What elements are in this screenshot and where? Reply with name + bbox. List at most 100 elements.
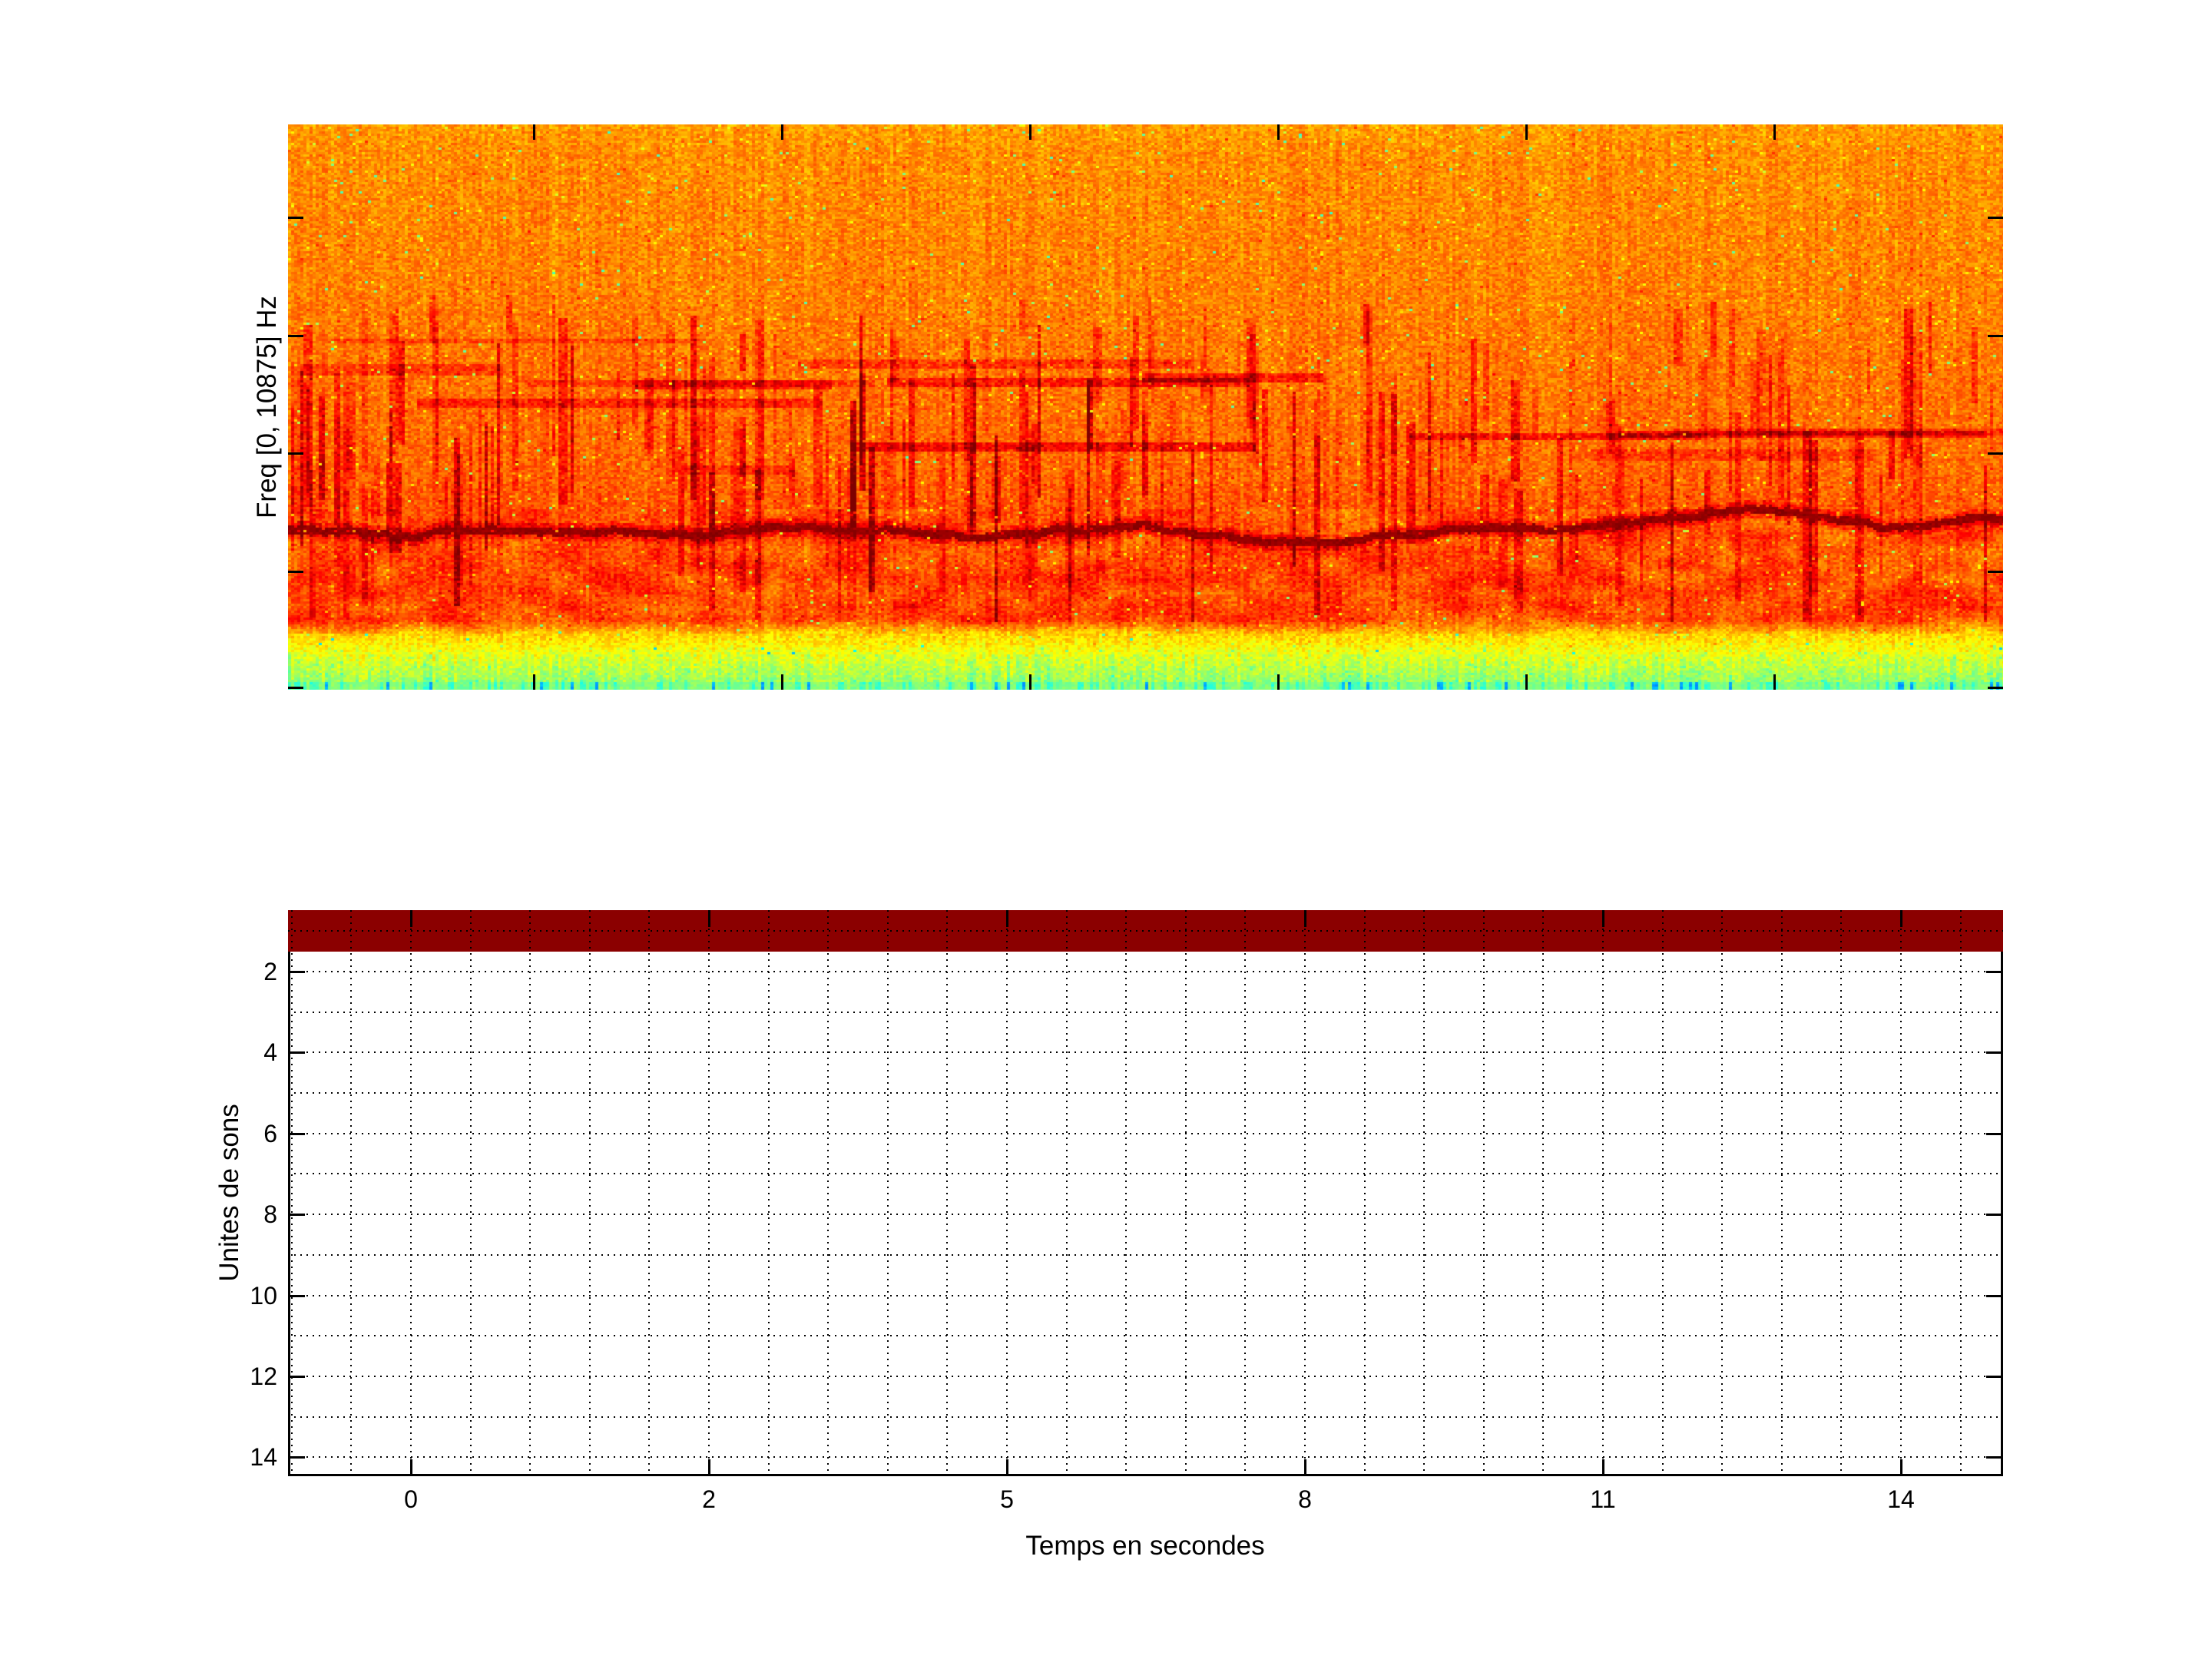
gridline-vertical <box>290 910 293 1476</box>
gridline-vertical <box>1602 910 1604 1476</box>
x-tick <box>1029 674 1031 690</box>
y-tick-label: 6 <box>263 1119 277 1147</box>
y-tick-label: 12 <box>250 1362 277 1390</box>
x-tick <box>1900 1459 1902 1476</box>
y-tick <box>288 1294 305 1297</box>
gridline-vertical <box>1721 910 1724 1476</box>
y-tick <box>288 971 305 974</box>
y-tick <box>1986 1132 2003 1135</box>
gridline-vertical <box>469 910 472 1476</box>
gridline-vertical <box>1423 910 1426 1476</box>
x-tick <box>533 124 535 140</box>
x-tick <box>1773 124 1776 140</box>
gridline-horizontal <box>288 1173 2003 1175</box>
y-tick <box>1986 1456 2003 1459</box>
gridline-vertical <box>1006 910 1008 1476</box>
gridline-vertical <box>708 910 710 1476</box>
units-plot <box>288 910 2003 1476</box>
y-tick <box>1986 1375 2003 1378</box>
gridline-vertical <box>410 910 412 1476</box>
y-tick <box>1986 1214 2003 1217</box>
y-tick <box>1988 571 2003 573</box>
x-tick <box>708 910 710 927</box>
x-tick-label: 0 <box>404 1485 418 1513</box>
x-tick-label: 5 <box>1000 1485 1014 1513</box>
gridline-vertical <box>1900 910 1902 1476</box>
y-tick <box>288 1375 305 1378</box>
y-tick <box>288 571 303 573</box>
spectrogram-image <box>288 124 2003 690</box>
x-tick <box>1304 1459 1306 1476</box>
gridline-horizontal <box>288 1011 2003 1013</box>
gridline-vertical <box>1542 910 1545 1476</box>
freq-axis-label: Freq [0, 10875] Hz <box>252 296 282 518</box>
gridline-vertical <box>946 910 949 1476</box>
gridline-vertical <box>350 910 353 1476</box>
x-tick-label: 14 <box>1887 1485 1915 1513</box>
gridline-horizontal <box>288 1456 2003 1459</box>
gridline-horizontal <box>288 1375 2003 1377</box>
gridline-horizontal <box>288 971 2003 973</box>
x-tick <box>1602 910 1604 927</box>
x-tick <box>1029 124 1031 140</box>
gridline-vertical <box>1125 910 1128 1476</box>
x-tick <box>781 124 783 140</box>
gridline-vertical <box>1363 910 1366 1476</box>
gridline-vertical <box>1840 910 1843 1476</box>
gridline-horizontal <box>288 930 2003 932</box>
gridline-vertical <box>1959 910 1962 1476</box>
matlab-figure: Freq [0, 10875] Hz Unites de sons Temps … <box>0 0 2212 1659</box>
y-tick <box>1988 452 2003 455</box>
y-tick-label: 4 <box>263 1038 277 1067</box>
gridline-vertical <box>588 910 591 1476</box>
y-tick <box>1986 1294 2003 1297</box>
gridline-vertical <box>1482 910 1485 1476</box>
gridline-horizontal <box>288 1051 2003 1054</box>
gridline-vertical <box>529 910 531 1476</box>
x-tick <box>1525 674 1528 690</box>
y-tick <box>1986 971 2003 974</box>
y-tick <box>288 1214 305 1217</box>
gridline-vertical <box>1661 910 1664 1476</box>
x-tick <box>1006 1459 1008 1476</box>
y-tick-label: 8 <box>263 1200 277 1229</box>
y-tick <box>1986 1051 2003 1055</box>
spectrogram-plot <box>288 124 2003 690</box>
gridline-vertical <box>648 910 651 1476</box>
y-tick-label: 14 <box>250 1443 277 1472</box>
x-tick <box>1525 124 1528 140</box>
y-tick <box>1988 335 2003 337</box>
x-tick-label: 11 <box>1590 1485 1616 1513</box>
x-tick <box>1602 1459 1604 1476</box>
x-tick <box>410 1459 412 1476</box>
gridline-vertical <box>767 910 770 1476</box>
x-tick <box>410 910 412 927</box>
y-tick <box>288 687 303 689</box>
x-tick <box>708 1459 710 1476</box>
gridline-vertical <box>1244 910 1247 1476</box>
y-tick <box>288 1456 305 1459</box>
x-tick-label: 2 <box>702 1485 716 1513</box>
y-tick <box>288 1051 305 1055</box>
gridline-horizontal <box>288 1335 2003 1337</box>
x-tick <box>1304 910 1306 927</box>
y-tick <box>288 452 303 455</box>
gridline-horizontal <box>288 1132 2003 1134</box>
y-tick <box>288 1132 305 1135</box>
gridline-vertical <box>1184 910 1187 1476</box>
x-tick <box>781 674 783 690</box>
x-tick <box>1277 124 1280 140</box>
gridline-vertical <box>886 910 889 1476</box>
x-tick-label: 8 <box>1298 1485 1312 1513</box>
time-axis-label: Temps en secondes <box>1025 1531 1265 1561</box>
y-tick <box>288 217 303 219</box>
x-tick <box>1277 674 1280 690</box>
gridline-horizontal <box>288 1092 2003 1094</box>
gridline-vertical <box>1780 910 1783 1476</box>
y-tick <box>1988 217 2003 219</box>
gridline-vertical <box>827 910 830 1476</box>
gridline-horizontal <box>288 1214 2003 1216</box>
x-tick <box>533 674 535 690</box>
x-tick <box>1006 910 1008 927</box>
gridline-horizontal <box>288 1253 2003 1256</box>
